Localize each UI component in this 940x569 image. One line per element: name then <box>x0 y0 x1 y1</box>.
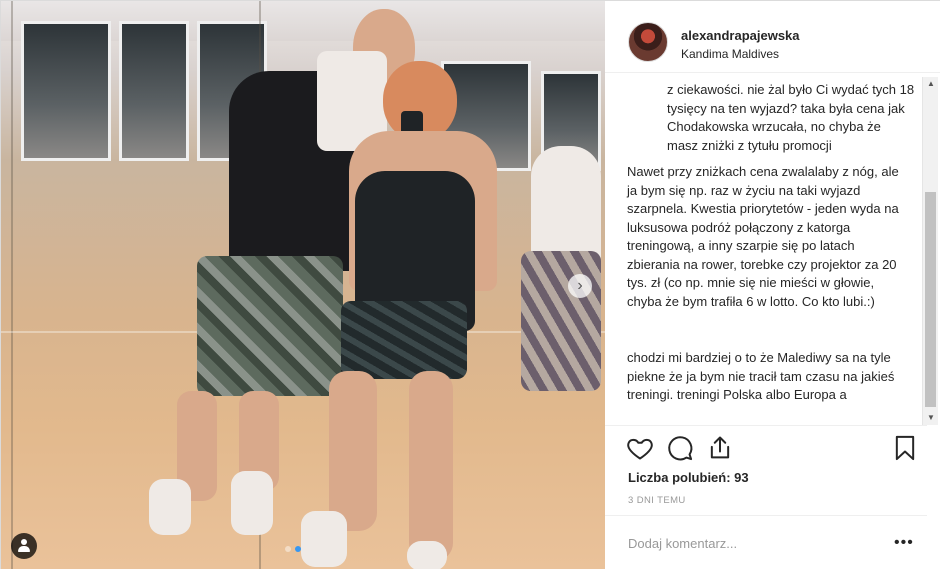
scroll-up-arrow[interactable]: ▲ <box>923 77 939 91</box>
post-photo[interactable]: › <box>1 1 605 569</box>
background-person <box>531 146 601 266</box>
person-leg <box>329 371 377 531</box>
mirror-seam <box>11 1 13 569</box>
comment-text: chodzi mi bardziej o to że Malediwy sa n… <box>627 350 895 402</box>
person-shoe <box>149 479 191 535</box>
username-link[interactable]: alexandrapajewska <box>681 28 800 43</box>
person-shoe <box>231 471 273 535</box>
more-options-icon[interactable]: ••• <box>894 534 914 552</box>
post-timestamp[interactable]: 3 DNI TEMU <box>628 495 686 506</box>
post-header: alexandrapajewska Kandima Maldives <box>605 1 940 73</box>
post-actions <box>605 425 927 471</box>
photo-window <box>21 21 111 161</box>
comments-scrollbar[interactable]: ▲ ▼ <box>922 77 938 425</box>
comments-list[interactable]: z ciekawości. nie żal było Ci wydać tych… <box>605 81 927 425</box>
comment-text: Nawet przy zniżkach cena zwalalaby z nóg… <box>627 164 899 309</box>
post-modal: › alexandrapajewska Kandima Maldives z c… <box>0 0 940 569</box>
heart-icon[interactable] <box>626 434 654 462</box>
person-shoe <box>301 511 347 567</box>
carousel-dots <box>285 546 301 552</box>
background-person-leggings <box>521 251 601 391</box>
comment-input[interactable]: Dodaj komentarz... <box>628 536 737 551</box>
person-shorts <box>197 256 343 396</box>
carousel-dot <box>285 546 291 552</box>
bookmark-icon[interactable] <box>891 434 919 462</box>
post-sidebar: alexandrapajewska Kandima Maldives z cie… <box>605 1 940 569</box>
user-tag-icon[interactable] <box>11 533 37 559</box>
photo-window <box>119 21 189 161</box>
person-shoe <box>407 541 447 569</box>
chevron-right-icon[interactable]: › <box>568 274 592 298</box>
add-comment-bar: Dodaj komentarz... ••• <box>605 515 927 569</box>
scroll-down-arrow[interactable]: ▼ <box>923 411 939 425</box>
scroll-thumb[interactable] <box>925 192 936 407</box>
person-leg <box>409 371 453 561</box>
speech-bubble-icon[interactable] <box>666 434 694 462</box>
avatar[interactable] <box>628 22 668 62</box>
location-link[interactable]: Kandima Maldives <box>681 47 779 61</box>
carousel-dot-active <box>295 546 301 552</box>
share-icon[interactable] <box>706 434 734 462</box>
person-shorts <box>341 301 467 379</box>
comment-text: z ciekawości. nie żal było Ci wydać tych… <box>667 82 915 153</box>
like-count[interactable]: Liczba polubień: 93 <box>628 470 749 485</box>
